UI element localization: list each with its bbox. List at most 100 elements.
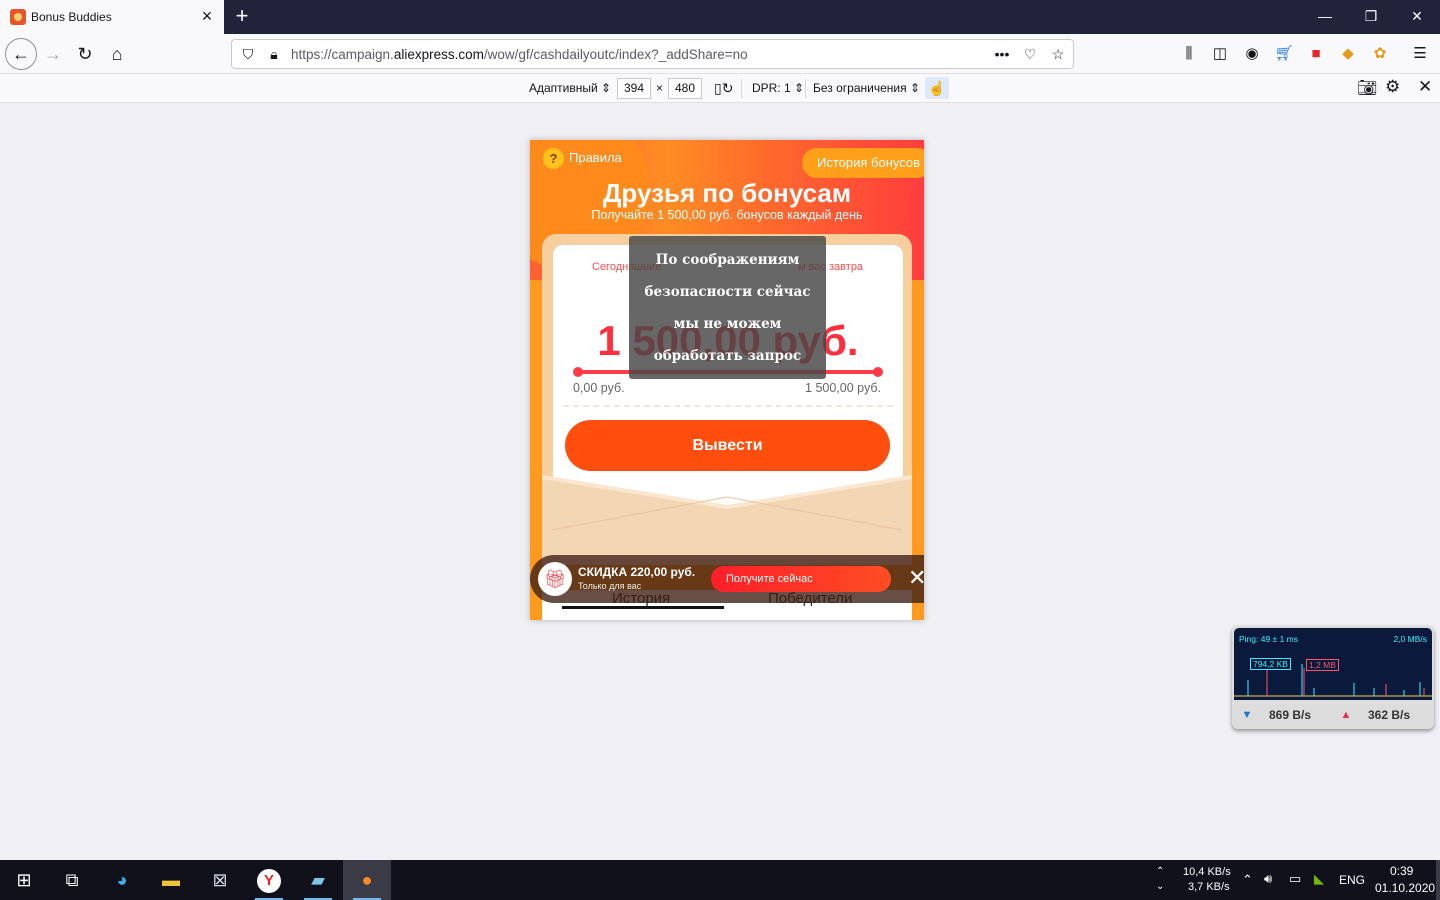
url-text[interactable]: https://campaign.aliexpress.com/wow/gf/c… [291,47,748,62]
more-actions-icon[interactable]: ••• [992,44,1012,64]
notepad-icon[interactable]: ▰ [294,860,342,900]
net-speed-up: 10,4 KB/s [1183,866,1231,878]
max-amount-label: 1 500,00 руб. [805,381,881,395]
network-graph: Ping: 49 ± 1 ms 2,0 MB/s 794,2 KB 1,2 MB [1234,628,1432,700]
width-input[interactable]: 394 [617,78,651,99]
envelope-illustration [542,475,912,565]
restore-button[interactable]: ❐ [1348,0,1394,34]
withdraw-button[interactable]: Вывести [565,420,890,471]
error-toast: По соображениям безопасности сейчас мы н… [629,236,826,379]
dimension-separator: × [656,81,664,95]
nvidia-icon[interactable]: ◣ [1314,871,1324,887]
tab-title: Bonus Buddies [31,10,112,24]
language-indicator[interactable]: ENG [1339,873,1365,887]
device-select[interactable]: Адаптивный ⇕ [529,81,611,95]
start-windows-icon[interactable]: ⊞ [0,860,48,900]
download-arrow-icon: ▼ [1241,709,1253,721]
upload-rate: 362 B/s [1368,708,1411,722]
close-rdm-icon[interactable]: ✕ [1418,77,1432,97]
minimize-button[interactable]: — [1302,0,1348,34]
throttle-select-label: Без ограничения [813,81,907,95]
touch-simulation-icon[interactable]: ☝ [925,77,949,99]
library-icon[interactable]: ⫼ [1178,43,1200,65]
throttle-select[interactable]: Без ограничения ⇕ [813,81,920,95]
dashed-divider [563,405,893,407]
coupon-subtitle: Только для вас [578,581,642,591]
upload-arrow-icon: ▲ [1340,709,1352,721]
height-input[interactable]: 480 [668,78,702,99]
coupon-banner: 🎁︎ СКИДКА 220,00 руб. Только для вас Пол… [530,555,924,603]
rdm-toolbar: Адаптивный ⇕ 394 × 480 ▯↻ DPR: 1 ⇕ Без о… [0,74,1440,103]
reload-button[interactable]: ↻ [70,39,100,69]
error-line-1: По соображениям [655,252,800,268]
volume-icon[interactable]: 🔊︎ [1264,871,1272,887]
promo-title: Друзья по бонусам [602,178,852,208]
tab-strip: Bonus Buddies × + — ❐ ✕ [0,0,1440,34]
active-tab-indicator [562,606,724,609]
close-icon[interactable]: ✕ [908,567,924,589]
forward-button[interactable]: → [38,39,68,69]
new-tab-button[interactable]: + [230,4,254,28]
net-up-arrow-icon: ⌃ [1156,866,1165,877]
rules-link[interactable]: Правила [569,150,622,165]
favicon-icon [10,9,26,25]
account-icon[interactable]: ◉ [1241,43,1263,65]
browser-tab[interactable]: Bonus Buddies × [0,0,224,34]
error-line-3: мы не можем [673,316,782,332]
error-line-4: обработать запрос [653,348,802,364]
min-amount-label: 0,00 руб. [573,381,625,395]
show-desktop-button[interactable] [1436,860,1440,900]
rotate-icon[interactable]: ▯↻ [714,80,733,97]
menu-icon[interactable]: ☰ [1409,43,1431,65]
help-icon[interactable]: ? [543,148,564,169]
window-close-button[interactable]: ✕ [1394,0,1440,34]
device-select-label: Адаптивный [529,81,598,95]
back-button[interactable]: ← [5,38,37,70]
shield-icon[interactable]: ⛉ [238,44,258,64]
download-rate: 869 B/s [1269,708,1312,722]
bookmark-star-icon[interactable]: ☆ [1048,44,1068,64]
extension-icon-2[interactable]: ✿ [1369,43,1391,65]
taskbar: ⊞ ⧉ ◕ ▬ ⊠ Y ▰ ● ⌃ ⌄ 10,4 KB/s 3,7 KB/s ⌃… [0,860,1440,900]
upload-peak-label: 1,2 MB [1306,659,1339,671]
home-button[interactable]: ⌂ [102,39,132,69]
get-coupon-button[interactable]: Получите сейчас [711,566,891,592]
clock-date[interactable]: 01.10.2020 [1375,881,1435,895]
yandex-browser-icon[interactable]: Y [245,860,293,900]
cart-extension-icon[interactable]: 🛒︎ [1273,43,1295,65]
coupon-title: СКИДКА 220,00 руб. [578,565,696,579]
store-icon[interactable]: ⊠ [196,860,244,900]
close-tab-icon[interactable]: × [198,7,216,25]
show-hidden-icons[interactable]: ⌃ [1242,872,1253,888]
net-down-arrow-icon: ⌄ [1156,881,1165,892]
gift-icon: 🎁︎ [538,562,572,596]
net-speed-down: 3,7 KB/s [1188,881,1230,893]
progress-start-dot [573,367,583,377]
task-view-icon[interactable]: ⧉ [48,860,96,900]
network-icon[interactable]: ▭ [1289,871,1301,887]
edge-browser-icon[interactable]: ◕ [98,860,146,900]
extension-icon[interactable]: ◆ [1337,43,1359,65]
network-meter-widget[interactable]: Ping: 49 ± 1 ms 2,0 MB/s 794,2 KB 1,2 MB… [1232,626,1434,729]
screenshot-icon[interactable]: 📷︎ [1357,78,1377,98]
dpr-select[interactable]: DPR: 1 ⇕ [752,81,804,95]
progress-end-dot [873,367,883,377]
flag-extension-icon[interactable]: ■ [1305,43,1327,65]
clock-time[interactable]: 0:39 [1390,864,1413,878]
divider [805,79,806,98]
settings-gear-icon[interactable]: ⚙ [1385,77,1400,97]
lock-icon[interactable]: 🔒︎ [264,44,284,64]
pocket-icon[interactable]: ♡ [1020,44,1040,64]
error-line-2: безопасности сейчас [644,284,811,300]
dpr-select-label: DPR: 1 [752,81,791,95]
promo-subtitle: Получайте 1 500,00 руб. бонусов каждый д… [591,208,863,222]
navigation-bar: ← → ↻ ⌂ ⛉ 🔒︎ https://campaign.aliexpress… [0,34,1440,74]
mobile-viewport: ? Правила История бонусов Друзья по бону… [530,140,924,620]
bonus-history-button[interactable]: История бонусов [802,148,924,178]
url-bar[interactable]: ⛉ 🔒︎ https://campaign.aliexpress.com/wow… [231,39,1074,69]
divider [741,79,742,98]
firefox-icon[interactable]: ● [343,860,391,900]
file-explorer-icon[interactable]: ▬ [147,860,195,900]
sidebar-icon[interactable]: ◫ [1209,43,1231,65]
download-peak-label: 794,2 KB [1250,658,1291,670]
